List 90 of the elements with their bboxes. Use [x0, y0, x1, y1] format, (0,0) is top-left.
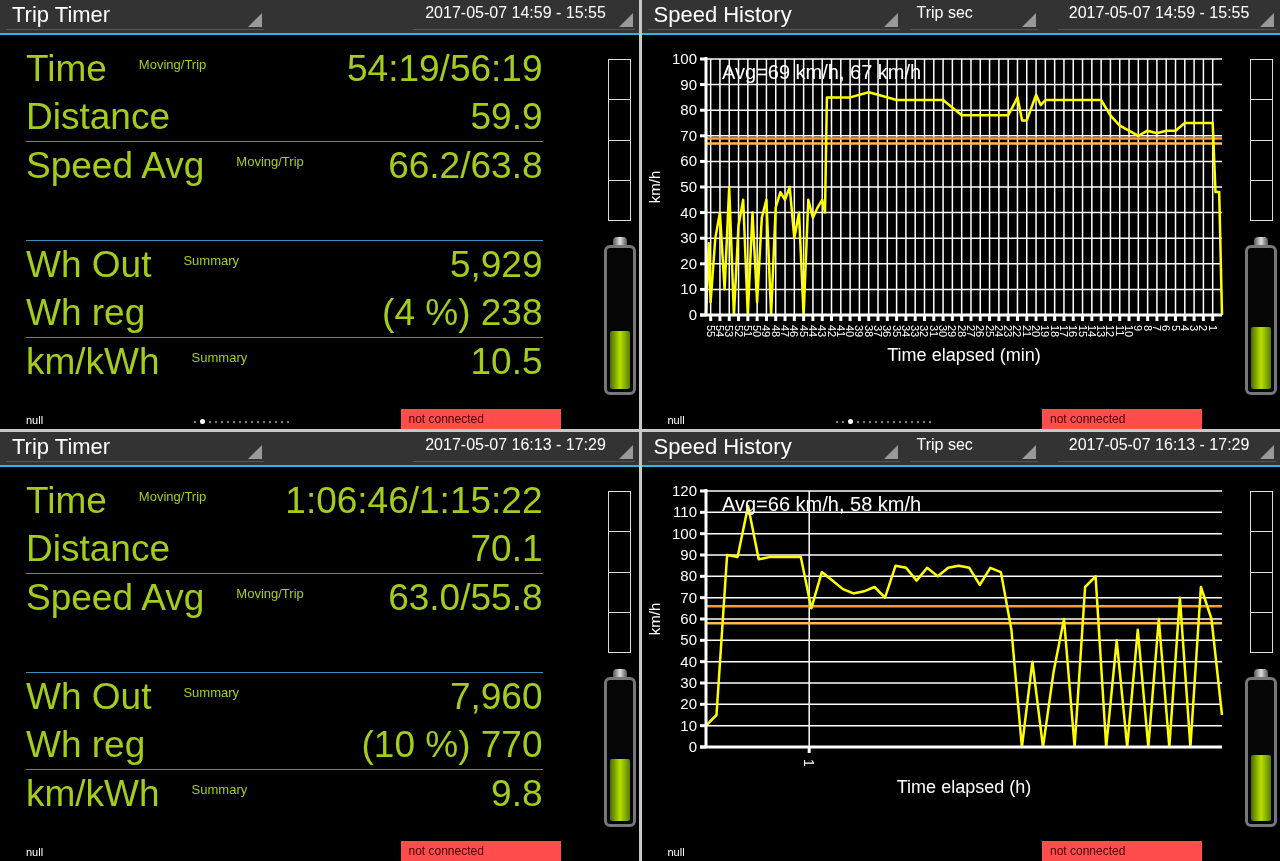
stat-value: 59.9 — [470, 96, 543, 138]
tick-label: 50 — [679, 178, 697, 195]
tick-label: 110 — [672, 503, 697, 521]
tick-label: 50 — [679, 631, 697, 649]
tick-label: 20 — [679, 254, 697, 272]
axis-title: km/h — [645, 170, 663, 204]
stat-value: 9.8 — [491, 773, 543, 815]
stat-label: Wh Out — [26, 244, 152, 286]
page-dot[interactable] — [200, 419, 206, 424]
date-range-dropdown[interactable]: 2017-05-07 14:59 - 15:55 — [1058, 0, 1276, 30]
tick-label: 42 — [825, 325, 837, 338]
screen-title-dropdown[interactable]: Trip Timer — [6, 432, 264, 462]
tick-label: 90 — [679, 75, 697, 93]
stat-label: km/kWh — [26, 341, 160, 383]
stat-caption: Moving/Trip — [138, 488, 207, 504]
stat-caption: Moving/Trip — [236, 153, 304, 169]
stat-value: 5,929 — [449, 244, 543, 286]
stat-caption: Summary — [191, 349, 248, 365]
tick-label: 5 — [1169, 325, 1181, 332]
stat-label: Distance — [26, 96, 170, 138]
date-range-dropdown[interactable]: 2017-05-07 16:13 - 17:29 — [1058, 432, 1276, 462]
status-text: null — [667, 414, 685, 428]
tick-label: 0 — [688, 306, 697, 323]
tick-label: 70 — [679, 588, 697, 606]
axis-title: Time elapsed (min) — [886, 345, 1041, 365]
tick-label: 30 — [679, 674, 697, 691]
tick-label: 1 — [800, 759, 817, 767]
stat-value: 10.5 — [470, 341, 543, 383]
stat-label: Wh reg — [26, 724, 146, 766]
stat-value: 70.1 — [470, 528, 543, 570]
tick-label: 60 — [679, 152, 697, 170]
status-text: null — [26, 846, 44, 860]
screen-title-dropdown[interactable]: Speed History — [647, 0, 901, 30]
stat-label: Wh reg — [26, 292, 146, 334]
tick-label: 60 — [679, 610, 697, 627]
stat-value: 7,960 — [449, 676, 543, 718]
stat-label: Distance — [26, 528, 170, 570]
tick-label: 30 — [679, 229, 697, 247]
tick-label: 0 — [688, 738, 697, 755]
stat-label: km/kWh — [26, 773, 160, 815]
stat-label: Speed Avg — [26, 145, 205, 187]
tick-label: 10 — [679, 280, 697, 298]
stat-label: Time — [26, 480, 107, 522]
page-dot[interactable] — [847, 419, 853, 424]
stat-value: (10 %) 770 — [361, 724, 543, 766]
stat-label: Speed Avg — [26, 577, 205, 619]
battery-icon — [603, 669, 636, 827]
mode-dropdown[interactable]: Trip sec — [910, 432, 1039, 462]
stat-value: 54:19/56:19 — [347, 48, 543, 90]
connection-status: not connected — [400, 841, 561, 861]
stat-value: (4 %) 238 — [382, 292, 543, 334]
stat-value: 66.2/63.8 — [388, 145, 543, 187]
battery-icon — [1245, 237, 1277, 395]
tick-label: 32 — [918, 325, 930, 338]
screen-title-dropdown[interactable]: Trip Timer — [6, 0, 264, 30]
stat-value: 63.0/55.8 — [388, 577, 543, 619]
tick-label: 10 — [679, 716, 697, 734]
stat-caption: Summary — [183, 684, 240, 700]
tick-label: 80 — [679, 567, 697, 585]
tick-label: 40 — [679, 203, 697, 221]
screen-title-dropdown[interactable]: Speed History — [647, 432, 901, 462]
date-range-dropdown[interactable]: 2017-05-07 16:13 - 17:29 — [412, 432, 635, 462]
tick-label: 80 — [679, 101, 697, 119]
mode-dropdown[interactable]: Trip sec — [910, 0, 1039, 30]
tick-label: 90 — [679, 546, 697, 563]
tick-label: 70 — [679, 126, 697, 144]
stat-caption: Summary — [183, 252, 240, 268]
battery-icon — [603, 237, 636, 395]
date-range-dropdown[interactable]: 2017-05-07 14:59 - 15:55 — [412, 0, 635, 30]
tick-label: 20 — [679, 695, 697, 713]
tick-label: 100 — [671, 524, 697, 542]
tick-label: 120 — [671, 482, 697, 499]
stat-label: Wh Out — [26, 676, 152, 718]
status-text: null — [26, 414, 44, 428]
stat-caption: Moving/Trip — [138, 56, 207, 72]
connection-status: not connected — [400, 409, 561, 429]
axis-title: km/h — [645, 602, 663, 636]
stat-label: Time — [26, 48, 107, 90]
connection-status: not connected — [1042, 409, 1202, 429]
axis-title: Time elapsed (h) — [896, 777, 1031, 797]
stat-caption: Moving/Trip — [236, 585, 304, 601]
stat-caption: Summary — [191, 781, 248, 797]
tick-label: 100 — [671, 50, 697, 67]
status-text: null — [667, 846, 685, 860]
stat-value: 1:06:46/1:15:22 — [285, 480, 543, 522]
tick-mark — [807, 747, 811, 753]
tick-label: 1 — [1206, 325, 1219, 332]
connection-status: not connected — [1042, 841, 1202, 861]
tick-label: 40 — [679, 652, 697, 670]
battery-icon — [1245, 669, 1277, 827]
